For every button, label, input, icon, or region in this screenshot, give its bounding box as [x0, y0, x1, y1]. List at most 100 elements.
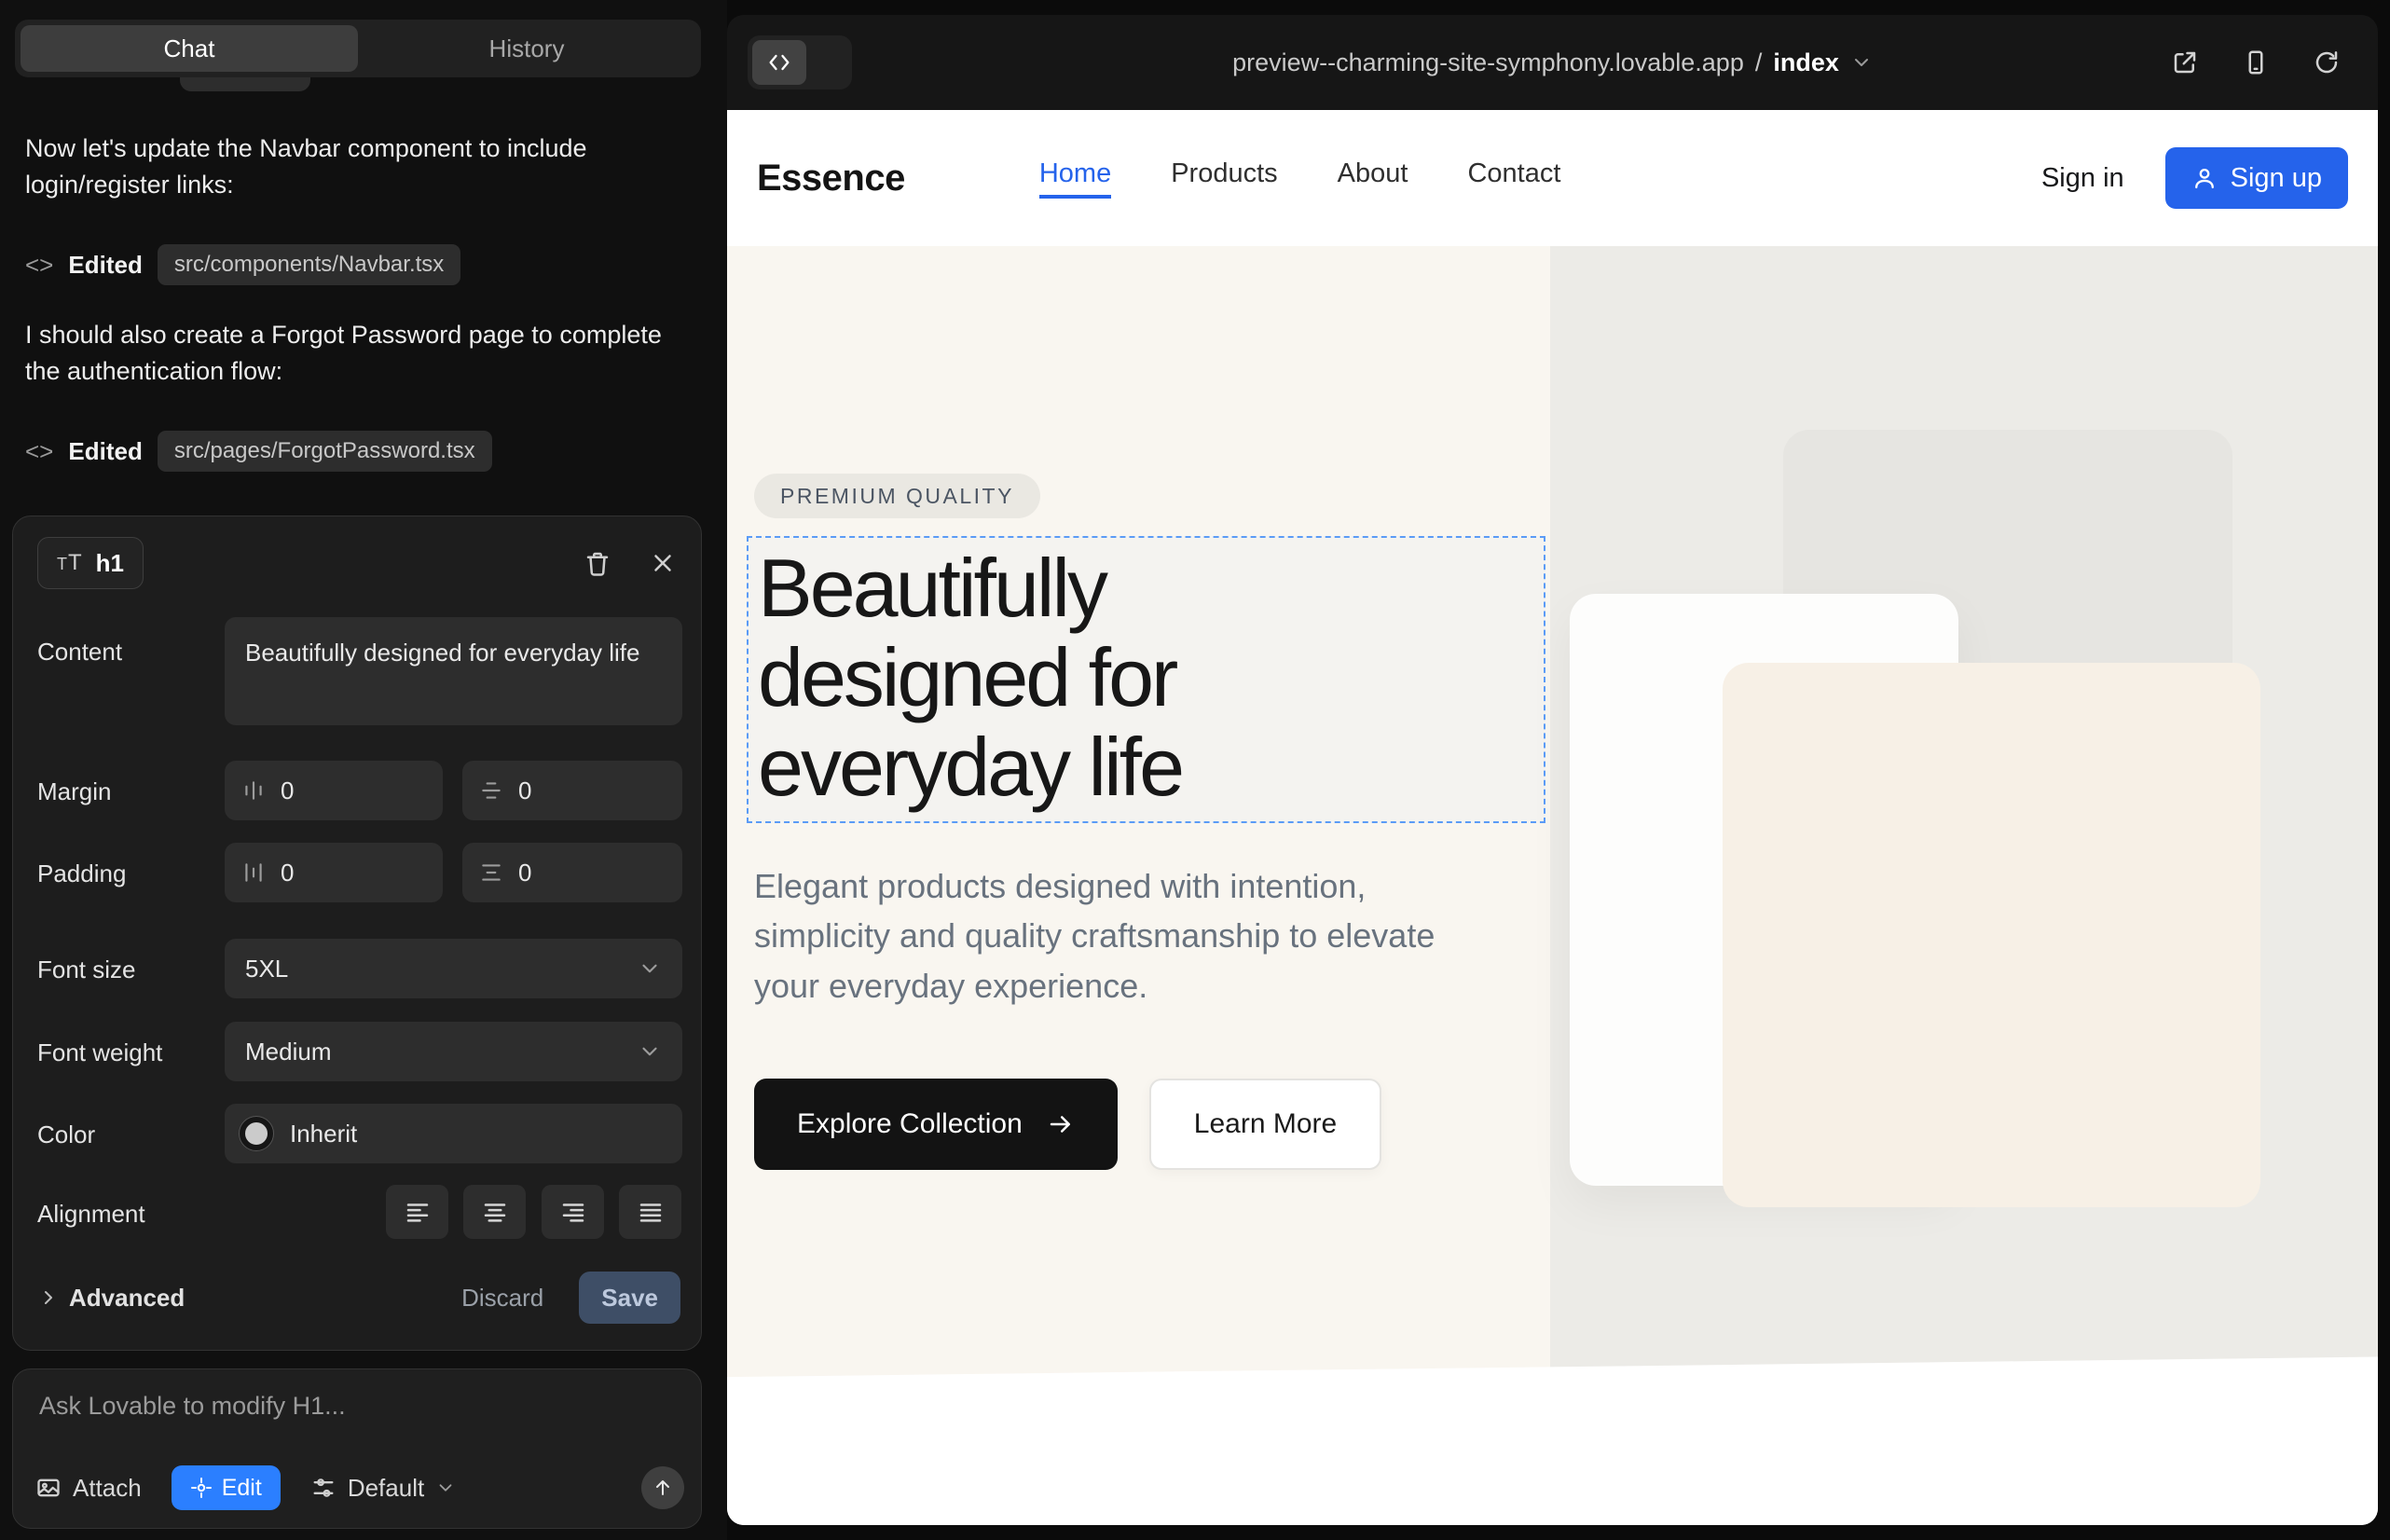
hero-paragraph: Elegant products designed with intention… [754, 861, 1500, 1011]
padding-label: Padding [37, 859, 126, 888]
open-in-new-tab-button[interactable] [2171, 48, 2199, 76]
align-left-button[interactable] [386, 1185, 448, 1239]
sidebar-tabbar: Chat History [15, 20, 701, 77]
nav-link-contact[interactable]: Contact [1467, 158, 1560, 199]
font-weight-value: Medium [245, 1038, 331, 1066]
sign-up-button[interactable]: Sign up [2165, 147, 2348, 209]
hero-heading[interactable]: Beautifully designed for everyday life [749, 538, 1410, 812]
save-button[interactable]: Save [579, 1272, 680, 1324]
arrow-right-icon [1047, 1110, 1075, 1138]
color-value: Inherit [290, 1120, 357, 1148]
tab-history[interactable]: History [358, 25, 695, 72]
learn-more-button[interactable]: Learn More [1149, 1079, 1381, 1170]
padding-vertical-input[interactable] [279, 858, 426, 888]
user-icon [2191, 165, 2218, 191]
chevron-down-icon [638, 1039, 662, 1064]
code-view-toggle[interactable] [748, 35, 852, 89]
advanced-toggle[interactable]: Advanced [37, 1284, 185, 1313]
font-size-label: Font size [37, 956, 136, 984]
attach-button[interactable]: Attach [35, 1474, 142, 1503]
align-right-icon [559, 1198, 587, 1226]
element-editor-panel: TT h1 Content Beautifully designed for e… [12, 516, 702, 1351]
chat-message: Now let's update the Navbar component to… [25, 131, 683, 202]
chevron-down-icon [1850, 51, 1873, 74]
margin-vertical-field[interactable] [225, 761, 443, 820]
hero-badge: PREMIUM QUALITY [754, 474, 1040, 518]
color-swatch [240, 1117, 273, 1150]
align-right-button[interactable] [542, 1185, 604, 1239]
margin-horizontal-field[interactable] [462, 761, 682, 820]
tab-chat[interactable]: Chat [21, 25, 358, 72]
close-icon[interactable] [649, 549, 677, 577]
advanced-label: Advanced [69, 1284, 185, 1313]
hero-cta-row: Explore Collection Learn More [754, 1079, 1381, 1170]
align-center-icon [481, 1198, 509, 1226]
margin-vertical-icon [241, 778, 266, 803]
content-input[interactable]: Beautifully designed for everyday life [225, 617, 682, 725]
edited-label: Edited [68, 437, 142, 466]
url-host: preview--charming-site-symphony.lovable.… [1232, 48, 1744, 77]
send-button[interactable] [641, 1466, 684, 1509]
nav-link-products[interactable]: Products [1171, 158, 1277, 199]
content-label: Content [37, 638, 122, 667]
margin-label: Margin [37, 777, 111, 806]
url-separator: / [1755, 48, 1763, 77]
align-justify-button[interactable] [619, 1185, 681, 1239]
element-tag-name: h1 [96, 549, 124, 578]
sign-in-link[interactable]: Sign in [2041, 163, 2124, 194]
hero-section: PREMIUM QUALITY Beautifully designed for… [727, 246, 2378, 1379]
font-size-value: 5XL [245, 955, 288, 983]
preview-window: preview--charming-site-symphony.lovable.… [727, 15, 2378, 1525]
font-weight-label: Font weight [37, 1038, 162, 1067]
font-weight-select[interactable]: Medium [225, 1022, 682, 1081]
editor-header: TT h1 [37, 537, 677, 589]
sliders-icon [310, 1475, 337, 1501]
color-select[interactable]: Inherit [225, 1104, 682, 1163]
default-mode-button[interactable]: Default [310, 1474, 456, 1503]
discard-button[interactable]: Discard [461, 1284, 543, 1313]
padding-horizontal-field[interactable] [462, 843, 682, 902]
mobile-view-button[interactable] [2242, 48, 2270, 76]
font-size-select[interactable]: 5XL [225, 939, 682, 998]
margin-horizontal-input[interactable] [516, 776, 666, 806]
align-center-button[interactable] [463, 1185, 526, 1239]
content-field[interactable]: Beautifully designed for everyday life [225, 617, 682, 725]
file-badge[interactable]: src/components/Navbar.tsx [158, 244, 460, 285]
site-nav-links: Home Products About Contact [1039, 158, 1561, 199]
arrow-up-icon [652, 1477, 674, 1499]
composer-input[interactable] [37, 1390, 675, 1448]
element-tag-chip[interactable]: TT h1 [37, 537, 144, 589]
edited-file-row: <> Edited src/pages/ForgotPassword.tsx [25, 431, 492, 472]
preview-chrome: preview--charming-site-symphony.lovable.… [727, 15, 2378, 110]
refresh-button[interactable] [2313, 48, 2341, 76]
site-preview: Essence Home Products About Contact Sign… [727, 110, 2378, 1525]
code-icon: <> [25, 437, 53, 466]
padding-vertical-field[interactable] [225, 843, 443, 902]
sign-up-label: Sign up [2231, 163, 2322, 194]
code-icon: <> [25, 251, 53, 280]
nav-link-about[interactable]: About [1338, 158, 1408, 199]
margin-horizontal-icon [479, 778, 503, 803]
text-type-icon: TT [57, 550, 83, 576]
url-breadcrumb[interactable]: preview--charming-site-symphony.lovable.… [1232, 48, 1873, 77]
nav-link-home[interactable]: Home [1039, 158, 1111, 199]
h1-selection-outline[interactable]: Beautifully designed for everyday life [747, 536, 1545, 823]
explore-collection-button[interactable]: Explore Collection [754, 1079, 1118, 1170]
explore-collection-label: Explore Collection [797, 1108, 1023, 1140]
margin-vertical-input[interactable] [279, 776, 426, 806]
delete-element-button[interactable] [584, 549, 611, 577]
file-badge[interactable]: src/pages/ForgotPassword.tsx [158, 431, 492, 472]
site-navbar: Essence Home Products About Contact Sign… [727, 110, 2378, 246]
edit-label: Edit [222, 1475, 262, 1502]
code-icon [752, 40, 806, 85]
align-justify-icon [637, 1198, 665, 1226]
site-brand[interactable]: Essence [757, 158, 905, 199]
align-left-icon [404, 1198, 432, 1226]
url-page: index [1773, 48, 1839, 77]
select-element-icon [190, 1477, 213, 1499]
editor-footer: Advanced Discard Save [37, 1270, 680, 1326]
padding-horizontal-input[interactable] [516, 858, 666, 888]
decor-beige-card [1723, 663, 2260, 1207]
edit-mode-button[interactable]: Edit [172, 1465, 281, 1510]
alignment-label: Alignment [37, 1200, 145, 1229]
